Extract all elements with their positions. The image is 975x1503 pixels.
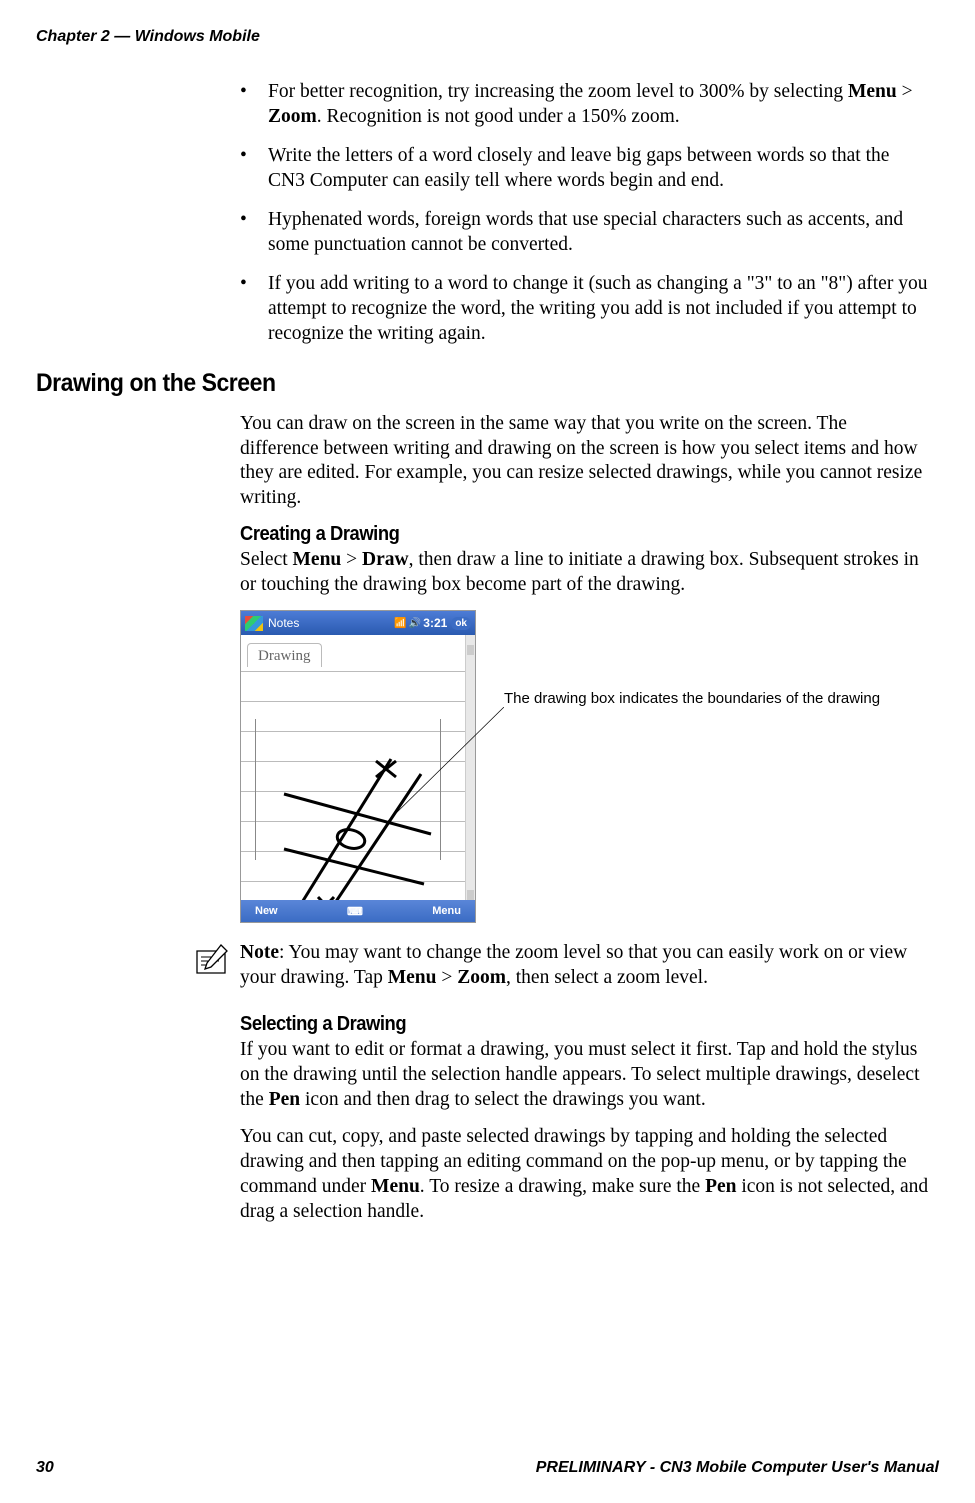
drawing-tab: Drawing xyxy=(247,643,322,667)
drawing-canvas: Drawing xyxy=(241,635,465,900)
subsection-heading: Creating a Drawing xyxy=(240,523,883,546)
drawing-bounds xyxy=(255,719,441,860)
list-item: •If you add writing to a word to change … xyxy=(240,272,929,347)
ok-button: ok xyxy=(451,617,471,630)
list-item: •For better recognition, try increasing … xyxy=(240,80,929,130)
new-button: New xyxy=(255,905,278,917)
device-screenshot: Notes 📶 🔊 3:21 ok Drawing xyxy=(240,610,476,923)
note-text: Note: You may want to change the zoom le… xyxy=(240,941,929,991)
subsection-body: Select Menu > Draw, then draw a line to … xyxy=(240,548,929,598)
bottom-toolbar: New ⌨ Menu xyxy=(241,900,475,922)
subsection-body: If you want to edit or format a drawing,… xyxy=(240,1038,929,1113)
start-icon xyxy=(245,616,263,631)
keyboard-icon: ⌨ xyxy=(342,905,368,918)
scrollbar xyxy=(465,635,475,900)
page-number: 30 xyxy=(36,1459,54,1477)
menu-button: Menu xyxy=(432,905,461,917)
section-body: You can draw on the screen in the same w… xyxy=(240,412,929,512)
section-heading: Drawing on the Screen xyxy=(36,369,867,398)
subsection-body: You can cut, copy, and paste selected dr… xyxy=(240,1125,929,1225)
app-title: Notes xyxy=(268,616,299,630)
titlebar: Notes 📶 🔊 3:21 ok xyxy=(241,611,475,635)
note-icon xyxy=(191,941,240,991)
page-footer: 30 PRELIMINARY - CN3 Mobile Computer Use… xyxy=(36,1459,939,1477)
signal-icon: 📶 xyxy=(394,618,406,629)
list-item: •Hyphenated words, foreign words that us… xyxy=(240,208,929,258)
annotation-text: The drawing box indicates the boundaries… xyxy=(504,690,939,707)
speaker-icon: 🔊 xyxy=(409,618,421,629)
bullet-list: •For better recognition, try increasing … xyxy=(240,80,929,347)
list-item: •Write the letters of a word closely and… xyxy=(240,144,929,194)
sketch-drawing xyxy=(276,749,436,919)
page-header: Chapter 2 — Windows Mobile xyxy=(36,28,260,46)
subsection-heading: Selecting a Drawing xyxy=(240,1013,883,1036)
footer-title: PRELIMINARY - CN3 Mobile Computer User's… xyxy=(536,1459,939,1477)
time-display: 3:21 xyxy=(423,616,447,630)
